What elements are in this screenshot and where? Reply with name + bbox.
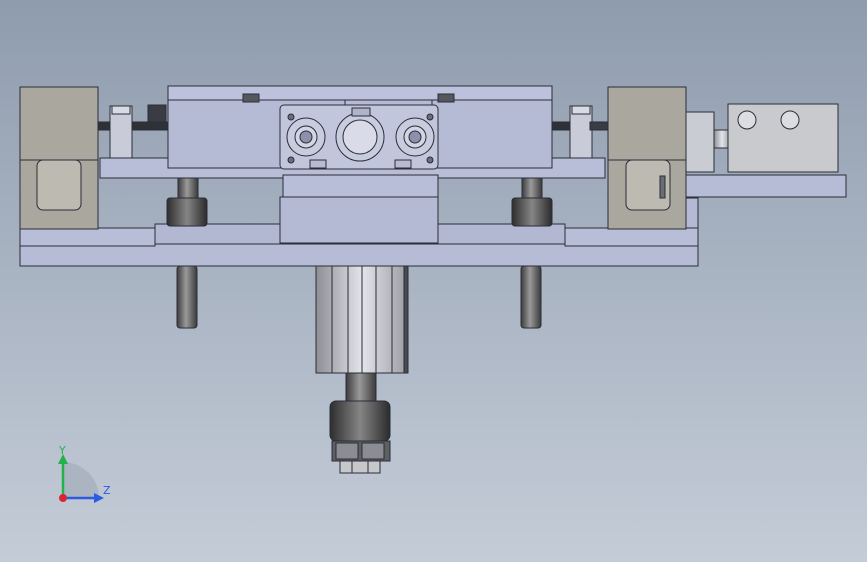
x-axis-origin-icon — [59, 494, 67, 502]
coordinate-triad: Y Z — [58, 444, 111, 503]
left-block-slot — [36, 159, 82, 211]
rod-coupler — [329, 400, 391, 442]
rod-tip — [339, 460, 381, 474]
side-port-1 — [737, 110, 757, 130]
z-axis-label: Z — [103, 484, 111, 497]
left-bushing — [166, 197, 208, 227]
cad-model-drawing[interactable] — [0, 0, 867, 562]
right-bushing — [511, 197, 553, 227]
right-post-lower — [520, 265, 542, 329]
left-post-upper — [177, 177, 199, 199]
center-riser — [282, 174, 439, 198]
base-plate — [19, 243, 699, 267]
cad-viewport[interactable]: Y Z — [0, 0, 867, 562]
carriage-top-rail — [167, 85, 553, 101]
piston-rod — [345, 372, 377, 402]
left-guide-rod — [97, 121, 169, 131]
base-step-right — [564, 227, 699, 247]
side-port-2 — [780, 110, 800, 130]
left-post-lower — [176, 265, 198, 329]
right-post-upper — [521, 177, 543, 199]
triad-plane — [63, 462, 99, 498]
y-axis-label: Y — [58, 444, 66, 457]
base-step-left — [19, 227, 156, 247]
center-body — [279, 196, 439, 244]
side-cylinder-flange — [685, 111, 715, 173]
right-extension-plate — [685, 174, 847, 198]
